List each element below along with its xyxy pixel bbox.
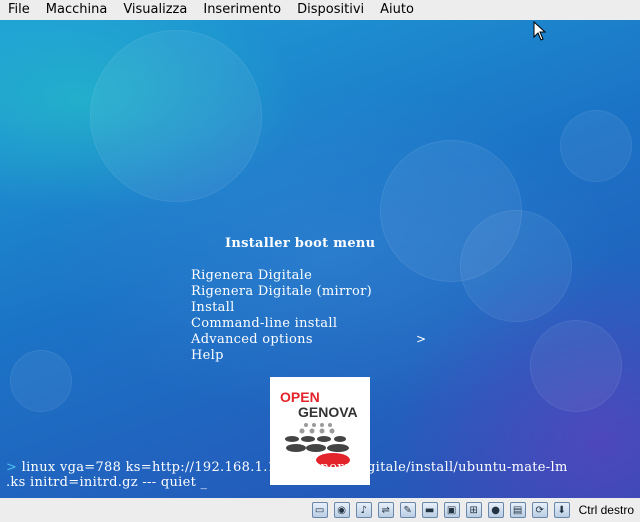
folder-icon[interactable]: ▬	[421, 502, 438, 518]
menu-input[interactable]: Inserimento	[195, 0, 289, 20]
display-icon[interactable]: ▣	[443, 502, 460, 518]
boot-item-cli-install[interactable]: Command-line install	[191, 316, 372, 332]
menu-devices[interactable]: Dispositivi	[289, 0, 372, 20]
boot-item-advanced[interactable]: Advanced options	[191, 332, 372, 348]
command-text-line1: linux vga=788 ks=http://192.168.1.10/Rig…	[17, 460, 568, 475]
host-key-label: Ctrl destro	[578, 503, 634, 517]
optical-drive-icon[interactable]: ◉	[333, 502, 350, 518]
record-icon[interactable]: ●	[487, 502, 504, 518]
audio-icon[interactable]: ♪	[355, 502, 372, 518]
boot-item-rigenera[interactable]: Rigenera Digitale	[191, 268, 372, 284]
boot-command-line[interactable]: > linux vga=788 ks=http://192.168.1.10/R…	[6, 460, 568, 490]
boot-item-help[interactable]: Help	[191, 348, 372, 364]
background-bubble	[530, 320, 622, 412]
usb-icon[interactable]: ⇌	[377, 502, 394, 518]
boot-item-rigenera-mirror[interactable]: Rigenera Digitale (mirror)	[191, 284, 372, 300]
menu-bar: File Macchina Visualizza Inserimento Dis…	[0, 0, 640, 20]
pen-icon[interactable]: ✎	[399, 502, 416, 518]
mouse-cursor-icon	[533, 21, 547, 41]
menu-help[interactable]: Aiuto	[372, 0, 422, 20]
command-text-line2: .ks initrd=initrd.gz --- quiet _	[6, 475, 208, 490]
vm-screen[interactable]: Installer boot menu Rigenera Digitale Ri…	[0, 20, 640, 498]
background-bubble	[460, 210, 572, 322]
background-bubble	[560, 110, 632, 182]
status-bar: ▭ ◉ ♪ ⇌ ✎ ▬ ▣ ⊞ ● ▤ ⟳ ⬇ Ctrl destro	[0, 498, 640, 522]
hard-disk-icon[interactable]: ▭	[311, 502, 328, 518]
background-bubble	[10, 350, 72, 412]
submenu-arrow-icon: >	[416, 332, 427, 346]
menu-view[interactable]: Visualizza	[115, 0, 195, 20]
background-bubble	[90, 30, 262, 202]
prompt-icon: >	[6, 460, 18, 475]
boot-menu-title: Installer boot menu	[225, 236, 376, 251]
shared-clipboard-icon[interactable]: ⟳	[531, 502, 548, 518]
boot-item-install[interactable]: Install	[191, 300, 372, 316]
network-icon[interactable]: ⊞	[465, 502, 482, 518]
capture-icon[interactable]: ▤	[509, 502, 526, 518]
menu-machine[interactable]: Macchina	[38, 0, 116, 20]
boot-menu-list: Rigenera Digitale Rigenera Digitale (mir…	[191, 268, 372, 364]
menu-file[interactable]: File	[0, 0, 38, 20]
arrow-down-icon[interactable]: ⬇	[553, 502, 570, 518]
